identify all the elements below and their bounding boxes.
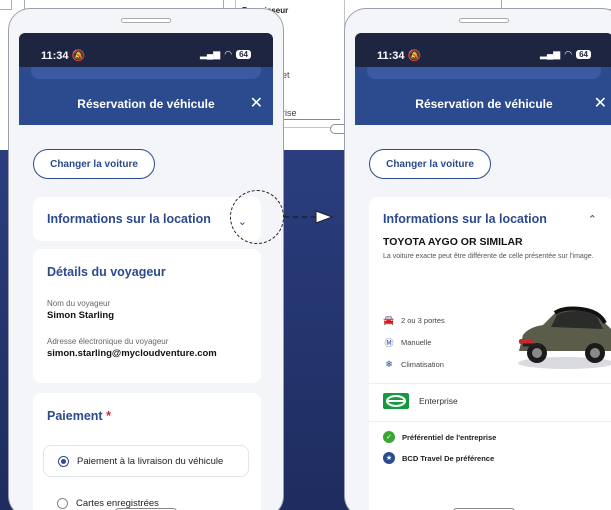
wifi-icon: ◠	[224, 49, 233, 59]
arrow-right-icon	[284, 210, 334, 224]
payment-heading: Paiement *	[47, 409, 111, 423]
status-icons: ▂▄▆ ◠ 64	[200, 49, 251, 60]
traveler-name-label: Nom du voyageur	[47, 299, 111, 308]
divider	[369, 383, 611, 384]
phone-left: 11:34 🔕 ▂▄▆ ◠ 64 Réservation de véhicule…	[8, 8, 284, 510]
phone-right: 11:34 🔕 ▂▄▆ ◠ 64 Réservation de véhicule…	[344, 8, 611, 510]
radio-selected-icon[interactable]	[58, 455, 69, 467]
enterprise-logo-icon	[383, 393, 409, 409]
modal-body: Changer la voiture Informations sur la l…	[19, 125, 273, 510]
signal-icon: ▂▄▆	[200, 49, 221, 59]
rental-info-heading[interactable]: Informations sur la location	[383, 212, 599, 226]
feature-ac: ❄ Climatisation	[383, 359, 445, 370]
star-badge-icon: ★	[383, 452, 395, 464]
battery-icon: 64	[236, 50, 251, 59]
modal-header: Réservation de véhicule ✕	[19, 67, 273, 125]
badge-bcd-preferred: ★ BCD Travel De préférence	[383, 452, 496, 464]
preference-badges: ✓ Préférentiel de l'entreprise ★ BCD Trave…	[383, 431, 496, 473]
traveler-heading: Détails du voyageur	[47, 265, 166, 279]
mute-icon: 🔕	[71, 50, 86, 62]
badge-company-preferred: ✓ Préférentiel de l'entreprise	[383, 431, 496, 443]
mute-icon: 🔕	[407, 50, 422, 62]
supplier-row: Enterprise	[383, 393, 458, 409]
signal-icon: ▂▄▆	[540, 49, 561, 59]
car-disclaimer: La voiture exacte peut être différente d…	[383, 253, 594, 260]
sheet-tab	[367, 67, 601, 79]
transmission-icon: Ⓜ	[384, 338, 394, 348]
divider	[369, 421, 611, 422]
traveler-details-card: Détails du voyageur Nom du voyageur Simo…	[33, 249, 261, 383]
background-fragment	[0, 0, 12, 10]
status-time: 11:34 🔕	[41, 50, 86, 62]
wifi-icon: ◠	[564, 49, 573, 59]
car-image	[518, 306, 611, 369]
payment-card: Paiement * Paiement à la livraison du vé…	[33, 393, 261, 510]
rental-info-expanded: Informations sur la location ⌃ TOYOTA AY…	[369, 197, 611, 510]
feature-doors: 🚘 2 ou 3 portes	[383, 315, 445, 325]
speaker-notch	[121, 18, 171, 23]
rental-info-heading: Informations sur la location	[47, 212, 211, 226]
close-icon[interactable]: ✕	[594, 93, 607, 113]
supplier-name: Enterprise	[419, 396, 458, 406]
status-icons: ▂▄▆ ◠ 64	[540, 49, 591, 60]
battery-icon: 64	[576, 50, 591, 59]
close-icon[interactable]: ✕	[250, 93, 263, 113]
check-badge-icon: ✓	[383, 431, 395, 443]
required-mark: *	[106, 409, 111, 423]
chevron-up-icon[interactable]: ⌃	[588, 213, 597, 226]
payment-option-label: Paiement à la livraison du véhicule	[77, 455, 224, 467]
status-time: 11:34 🔕	[377, 50, 422, 62]
car-model: TOYOTA AYGO OR SIMILAR	[383, 236, 523, 248]
modal-header: Réservation de véhicule ✕	[355, 67, 611, 125]
speaker-notch	[459, 18, 509, 23]
highlight-circle	[230, 190, 284, 244]
email-label: Adresse électronique du voyageur	[47, 337, 169, 346]
background-doc-text: rise	[282, 108, 297, 118]
modal-title: Réservation de véhicule	[415, 97, 553, 111]
radio-unselected-icon[interactable]	[57, 497, 68, 509]
payment-option-label: Cartes enregistrées	[76, 497, 159, 509]
car-icon: 🚘	[383, 315, 395, 325]
traveler-name: Simon Starling	[47, 310, 115, 321]
feature-transmission: Ⓜ Manuelle	[384, 338, 432, 348]
payment-option-delivery[interactable]: Paiement à la livraison du véhicule	[43, 445, 249, 477]
car-features-list: 🚘 2 ou 3 portes Ⓜ Manuelle ❄ Climatisation	[383, 315, 445, 380]
traveler-email: simon.starling@mycloudventure.com	[47, 348, 217, 359]
snowflake-icon: ❄	[385, 359, 393, 369]
payment-option-saved-cards[interactable]: Cartes enregistrées	[43, 487, 249, 510]
divider	[282, 119, 340, 120]
sheet-tab	[31, 67, 261, 79]
modal-title: Réservation de véhicule	[77, 97, 215, 111]
change-car-button[interactable]: Changer la voiture	[369, 149, 491, 179]
modal-body: Changer la voiture Informations sur la l…	[355, 125, 611, 510]
rental-info-accordion[interactable]: Informations sur la location ⌄	[33, 197, 261, 241]
change-car-button[interactable]: Changer la voiture	[33, 149, 155, 179]
